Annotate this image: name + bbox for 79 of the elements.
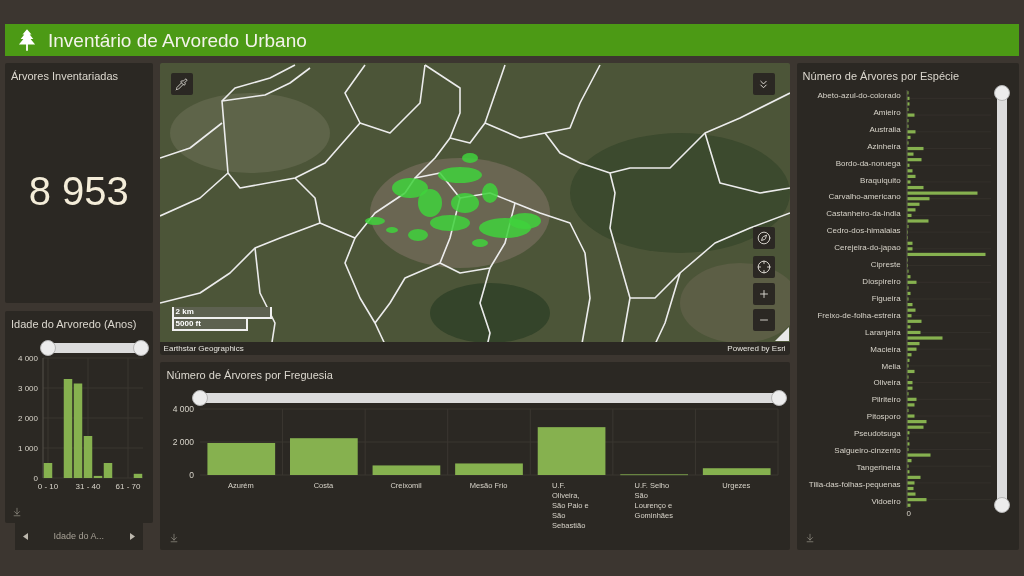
y-axis-label: 4 000 <box>17 356 38 363</box>
category-label: Castanheiro-da-india <box>826 209 901 220</box>
y-axis-label: 2 000 <box>17 414 38 423</box>
collapse-button[interactable] <box>752 73 775 95</box>
bar <box>372 465 440 475</box>
download-icon[interactable] <box>804 533 815 543</box>
category-label: Oliveira <box>873 378 901 389</box>
category-label: Freixo-de-folha-estreira <box>817 310 901 321</box>
caret-left-icon[interactable] <box>23 533 28 540</box>
bar <box>289 438 358 475</box>
tree-count: 8 953 <box>28 171 129 211</box>
category-label: Salgueiro-cinzento <box>834 446 901 457</box>
card-title: Árvores Inventariadas <box>10 69 119 83</box>
download-icon[interactable] <box>168 533 179 543</box>
category-label: Diospireiro <box>862 276 901 287</box>
zoom-in-button[interactable] <box>752 283 775 305</box>
category-label: Azinheira <box>867 141 901 152</box>
category-label: Figueira <box>871 293 901 304</box>
x-axis-label: 0 - 10 <box>37 482 59 491</box>
histogram-bar <box>43 463 53 478</box>
bar <box>537 427 605 475</box>
category-label: Macieira <box>870 344 901 355</box>
card-title: Idade do Arvoredo (Anos) <box>10 317 138 331</box>
category-label: Australia <box>869 124 901 135</box>
compass-button[interactable] <box>752 227 775 249</box>
pipette-icon <box>175 77 189 91</box>
bar <box>207 443 275 475</box>
slider-handle[interactable] <box>191 390 208 406</box>
x-axis-label: 0 <box>906 509 912 519</box>
slider-handle[interactable] <box>770 390 787 406</box>
slider-handle[interactable] <box>40 340 56 356</box>
category-label: Laranjeira <box>865 327 901 338</box>
category-label: Amieiro <box>873 107 901 118</box>
slider-handle[interactable] <box>993 85 1010 101</box>
y-axis-label: 4 000 <box>172 406 194 414</box>
y-axis-label: 0 <box>188 470 194 478</box>
bar <box>702 468 771 475</box>
corner-triangle-icon[interactable] <box>774 327 789 341</box>
plus-icon <box>757 288 770 300</box>
zoom-out-button[interactable] <box>752 309 775 331</box>
category-label: Bordo-da-noruega <box>835 158 901 169</box>
compass-icon <box>756 231 771 245</box>
category-label: Pseudotsuga <box>853 429 901 440</box>
locate-button[interactable] <box>752 256 775 278</box>
powered-by-link[interactable]: Powered by Esri <box>727 344 786 353</box>
category-label: Tilia-das-folhas-pequenas <box>808 479 901 490</box>
caret-right-icon[interactable] <box>129 533 135 540</box>
y-axis-label: 2 000 <box>172 437 194 447</box>
card-title: Número de Árvores por Espécie <box>801 69 961 83</box>
bar <box>454 463 523 475</box>
slider-handle[interactable] <box>993 497 1010 513</box>
category-label: Abeto-azul-do-colorado <box>817 91 901 101</box>
category-label: Melia <box>881 361 901 372</box>
category-label: Carvalho-americano <box>828 192 901 203</box>
app-title: Inventário de Arvoredo Urbano <box>48 30 307 50</box>
y-axis-label: 1 000 <box>17 444 38 453</box>
category-label: Vidoeiro <box>871 496 901 507</box>
crosshair-icon <box>756 260 771 274</box>
slider-handle[interactable] <box>132 340 149 356</box>
attribution-text: Earthstar Geographics <box>163 344 244 353</box>
card-title: Número de Árvores por Freguesia <box>165 368 334 382</box>
x-axis-label: 31 - 40 <box>75 482 101 491</box>
y-axis-label: 3 000 <box>17 384 38 393</box>
y-axis-label: 0 <box>33 474 38 483</box>
x-axis-label: 61 - 70 <box>115 482 141 491</box>
category-label: Pilriteiro <box>871 395 901 406</box>
pager-label: Idade do A... <box>53 529 105 543</box>
metric-scale-bar: 2 km <box>171 307 272 319</box>
category-label: Cerejeira-do-japao <box>834 243 901 254</box>
category-label: Cedro-dos-himalaias <box>826 226 901 237</box>
pine-tree-icon <box>18 29 36 51</box>
category-label: Braquiquito <box>860 175 901 186</box>
download-icon[interactable] <box>12 507 22 517</box>
category-label: Tangerineira <box>856 462 901 473</box>
category-label: Pitosporo <box>866 412 901 423</box>
category-label: Cipreste <box>870 260 901 271</box>
pipette-button[interactable] <box>170 73 193 95</box>
histogram-bar <box>133 473 143 478</box>
imperial-scale-bar: 5000 ft <box>171 319 248 331</box>
